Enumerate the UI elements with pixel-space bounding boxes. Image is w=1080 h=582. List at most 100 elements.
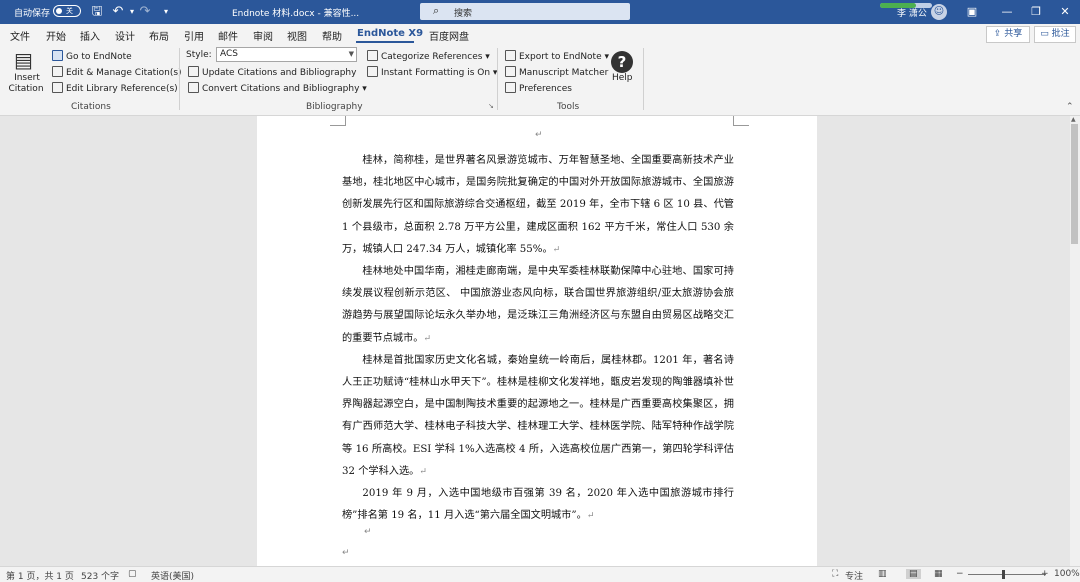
export-to-endnote-button[interactable]: Export to EndNote ▾ bbox=[505, 50, 609, 62]
paragraph-1[interactable]: 桂林，简称桂，是世界著名风景游览城市、万年智慧圣地、全国重要高新技术产业基地，桂… bbox=[342, 150, 734, 261]
ribbon: ▤ Insert Citation Go to EndNote Edit & M… bbox=[0, 44, 1080, 116]
proofing-icon[interactable]: ▢ bbox=[128, 569, 137, 579]
edit-library-reference-button[interactable]: Edit Library Reference(s) bbox=[52, 82, 178, 94]
document-workarea: ↵ 桂林，简称桂，是世界著名风景游览城市、万年智慧圣地、全国重要高新技术产业基地… bbox=[0, 116, 1080, 566]
insert-citation-icon: ▤ bbox=[14, 48, 33, 72]
search-placeholder: 搜索 bbox=[454, 9, 473, 19]
tab-baidu-netdisk[interactable]: 百度网盘 bbox=[429, 28, 469, 43]
update-icon bbox=[188, 66, 199, 77]
tab-view[interactable]: 视图 bbox=[287, 28, 307, 43]
update-citations-button[interactable]: Update Citations and Bibliography bbox=[188, 66, 356, 78]
read-mode-icon[interactable]: ▥ bbox=[878, 569, 887, 579]
go-to-endnote-label: Go to EndNote bbox=[66, 52, 132, 62]
categorize-references-button[interactable]: Categorize References ▾ bbox=[367, 50, 490, 62]
document-body[interactable]: 桂林，简称桂，是世界著名风景游览城市、万年智慧圣地、全国重要高新技术产业基地，桂… bbox=[342, 150, 734, 527]
convert-citations-button[interactable]: Convert Citations and Bibliography ▾ bbox=[188, 82, 367, 94]
dialog-launcher-icon[interactable]: ↘ bbox=[488, 102, 494, 110]
close-icon[interactable]: ✕ bbox=[1056, 4, 1074, 20]
minimize-icon[interactable]: — bbox=[998, 4, 1016, 20]
tab-mailings[interactable]: 邮件 bbox=[218, 28, 238, 43]
share-label: 共享 bbox=[1004, 29, 1023, 39]
chevron-down-icon: ▼ bbox=[348, 50, 354, 58]
paragraph-mark: ↵ bbox=[364, 527, 372, 537]
restore-icon[interactable]: ❐ bbox=[1027, 4, 1045, 20]
autosave-state: 关 bbox=[66, 7, 73, 15]
group-label-bibliography: Bibliography bbox=[306, 102, 363, 112]
focus-mode[interactable]: 专注 bbox=[845, 569, 863, 582]
edit-manage-citations-button[interactable]: Edit & Manage Citation(s) bbox=[52, 66, 182, 78]
scroll-up-icon[interactable]: ▲ bbox=[1071, 116, 1076, 123]
paragraph-4[interactable]: 2019 年 9 月，入选中国地级市百强第 39 名，2020 年入选中国旅游城… bbox=[342, 483, 734, 527]
paragraph-mark: ↵ bbox=[535, 130, 543, 140]
paragraph-3[interactable]: 桂林是首批国家历史文化名城，秦始皇统一岭南后，属桂林郡。1201 年，著名诗人王… bbox=[342, 350, 734, 483]
paragraph-2-text: 桂林地处中国华南，湘桂走廊南端，是中央军委桂林联勤保障中心驻地、国家可持续发展议… bbox=[342, 266, 734, 344]
manuscript-matcher-icon bbox=[505, 66, 516, 77]
ribbon-divider bbox=[179, 48, 180, 110]
scrollbar-thumb[interactable] bbox=[1071, 124, 1078, 244]
tab-endnote[interactable]: EndNote X9 bbox=[357, 28, 423, 39]
update-label: Update Citations and Bibliography bbox=[202, 68, 357, 78]
avatar[interactable]: ☺ bbox=[931, 4, 947, 20]
paragraph-1-text: 桂林，简称桂，是世界著名风景游览城市、万年智慧圣地、全国重要高新技术产业基地，桂… bbox=[342, 155, 734, 255]
paragraph-4-text: 2019 年 9 月，入选中国地级市百强第 39 名，2020 年入选中国旅游城… bbox=[342, 488, 734, 522]
tab-design[interactable]: 设计 bbox=[115, 28, 135, 43]
title-bar: 自动保存 关 🖫 ↶ ▾ ↷ ▾ Endnote 材料.docx - 兼容性..… bbox=[0, 0, 1080, 24]
export-label: Export to EndNote bbox=[519, 52, 602, 62]
help-icon[interactable]: ? bbox=[611, 51, 633, 73]
tab-file[interactable]: 文件 bbox=[10, 28, 30, 43]
ribbon-display-options-icon[interactable]: ▣ bbox=[963, 4, 981, 20]
zoom-level[interactable]: 100% bbox=[1054, 569, 1080, 579]
categorize-label: Categorize References bbox=[381, 52, 483, 62]
style-value: ACS bbox=[220, 49, 238, 59]
language[interactable]: 英语(美国) bbox=[151, 569, 194, 582]
convert-label: Convert Citations and Bibliography bbox=[202, 84, 360, 94]
word-count[interactable]: 523 个字 bbox=[81, 569, 119, 582]
paragraph-2[interactable]: 桂林地处中国华南，湘桂走廊南端，是中央军委桂林联勤保障中心驻地、国家可持续发展议… bbox=[342, 261, 734, 350]
document-title: Endnote 材料.docx - 兼容性... bbox=[232, 9, 360, 19]
search-icon: ⌕ bbox=[433, 4, 440, 17]
export-icon bbox=[505, 50, 516, 61]
tab-insert[interactable]: 插入 bbox=[80, 28, 100, 43]
print-layout-icon[interactable]: ▤ bbox=[906, 569, 921, 579]
style-select[interactable]: ACS ▼ bbox=[216, 47, 357, 62]
zoom-slider[interactable] bbox=[968, 574, 1046, 575]
paragraph-3-text: 桂林是首批国家历史文化名城，秦始皇统一岭南后，属桂林郡。1201 年，著名诗人王… bbox=[342, 354, 734, 477]
customize-toolbar-icon[interactable]: ▾ bbox=[158, 4, 174, 20]
collapse-ribbon-icon[interactable]: ⌃ bbox=[1066, 102, 1074, 112]
preferences-label: Preferences bbox=[519, 84, 572, 94]
page-count[interactable]: 第 1 页，共 1 页 bbox=[6, 569, 74, 582]
menu-tabs: 文件 开始 插入 设计 布局 引用 邮件 审阅 视图 帮助 EndNote X9… bbox=[0, 24, 1080, 44]
preferences-button[interactable]: Preferences bbox=[505, 82, 572, 94]
zoom-out-icon[interactable]: − bbox=[956, 569, 964, 579]
paragraph-mark: ↵ bbox=[423, 333, 432, 344]
manuscript-matcher-label: Manuscript Matcher bbox=[519, 68, 609, 78]
tab-references[interactable]: 引用 bbox=[184, 28, 204, 43]
tab-review[interactable]: 审阅 bbox=[253, 28, 273, 43]
user-name[interactable]: 李 潇公 bbox=[897, 6, 927, 19]
autosave-label: 自动保存 bbox=[14, 9, 51, 19]
insert-label: Insert bbox=[14, 73, 40, 83]
go-to-endnote-button[interactable]: Go to EndNote bbox=[52, 50, 132, 62]
zoom-in-icon[interactable]: + bbox=[1041, 569, 1049, 579]
save-icon[interactable]: 🖫 bbox=[89, 4, 105, 20]
edit-library-label: Edit Library Reference(s) bbox=[66, 84, 178, 94]
focus-icon[interactable]: ⛶ bbox=[832, 569, 838, 579]
help-label[interactable]: Help bbox=[612, 73, 633, 83]
instant-formatting-button[interactable]: Instant Formatting is On ▾ bbox=[367, 66, 497, 78]
tab-home[interactable]: 开始 bbox=[46, 28, 66, 43]
autosave-toggle[interactable]: 关 bbox=[53, 5, 81, 17]
redo-icon[interactable]: ↷ bbox=[137, 4, 153, 20]
document-page[interactable]: ↵ 桂林，简称桂，是世界著名风景游览城市、万年智慧圣地、全国重要高新技术产业基地… bbox=[257, 116, 817, 566]
web-layout-icon[interactable]: ▦ bbox=[934, 569, 943, 579]
comments-label: 批注 bbox=[1051, 29, 1070, 39]
paragraph-mark: ↵ bbox=[342, 548, 350, 558]
share-button[interactable]: ⇪ 共享 bbox=[986, 26, 1030, 43]
comments-button[interactable]: ▭ 批注 bbox=[1034, 26, 1076, 43]
tab-help[interactable]: 帮助 bbox=[322, 28, 342, 43]
vertical-scrollbar[interactable]: ▲ bbox=[1070, 116, 1080, 566]
paragraph-mark: ↵ bbox=[552, 244, 561, 255]
manuscript-matcher-button[interactable]: Manuscript Matcher bbox=[505, 66, 608, 78]
zoom-slider-thumb[interactable] bbox=[1002, 570, 1005, 579]
tab-layout[interactable]: 布局 bbox=[149, 28, 169, 43]
search-box[interactable]: ⌕ 搜索 bbox=[420, 3, 630, 20]
